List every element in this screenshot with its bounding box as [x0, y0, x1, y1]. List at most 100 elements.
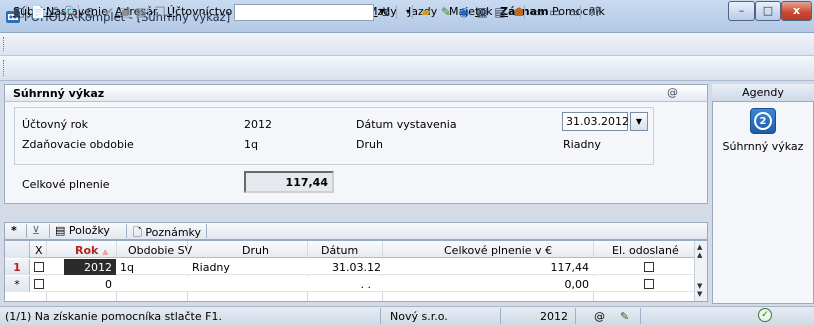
- scroll-bottom-icon[interactable]: ▼ ▼: [697, 282, 702, 298]
- column-header-datum[interactable]: Dátum: [321, 244, 358, 257]
- menu-bar: [0, 33, 814, 56]
- toolbar-separator: [524, 5, 525, 19]
- summary-report-agenda-icon[interactable]: 2: [750, 108, 776, 134]
- accounting-year-value: 2012: [244, 118, 272, 131]
- row-checkbox[interactable]: [34, 262, 44, 272]
- date-dropdown-button[interactable]: ▼: [630, 112, 648, 131]
- pen-icon[interactable]: ✎: [620, 310, 629, 323]
- cell-datum: 31.03.12: [332, 261, 381, 274]
- column-header-el-odoslane[interactable]: El. odoslané: [612, 244, 679, 257]
- status-company: Nový s.r.o.: [390, 310, 448, 323]
- save-all-icon[interactable]: ▩: [133, 4, 149, 20]
- folder-dropdown-icon[interactable]: ▾: [400, 4, 416, 20]
- tab-separator: [26, 224, 27, 238]
- total-label: Celkové plnenie: [22, 178, 110, 191]
- tab-notes-label: Poznámky: [145, 226, 202, 239]
- toolbar-separator: [78, 5, 79, 19]
- scroll-top-icon[interactable]: ▲ ▲: [697, 243, 702, 259]
- cell-rok: 2012: [84, 261, 112, 274]
- cell-plnenie: 117,44: [550, 261, 590, 274]
- tab-separator: [49, 224, 50, 238]
- column-header-plnenie[interactable]: Celkové plnenie v €: [444, 244, 552, 257]
- toolbar-separator: [580, 5, 581, 19]
- grid-corner: [5, 241, 30, 258]
- row-indicator: *: [5, 276, 30, 292]
- filter-icon[interactable]: ⊻: [32, 224, 40, 237]
- issue-date-input[interactable]: 31.03.2012: [562, 112, 629, 131]
- toolbar-grip: [3, 60, 5, 76]
- row-indicator: 1: [5, 259, 30, 275]
- new-record-icon[interactable]: ▯: [82, 4, 98, 20]
- maximize-button[interactable]: □: [755, 1, 781, 21]
- refresh-icon[interactable]: ◉: [456, 4, 472, 20]
- minimize-button[interactable]: –: [728, 1, 755, 21]
- view1-icon[interactable]: ▭: [529, 4, 545, 20]
- agendy-header: Agendy: [712, 84, 814, 102]
- form-fields-box: [14, 107, 654, 165]
- cell-obdobie: 1q: [120, 261, 134, 274]
- status-separator: [380, 308, 381, 324]
- menu-item[interactable]: Účtovníctvo: [167, 5, 232, 18]
- cell-datum: . .: [360, 278, 372, 291]
- combo-dropdown-icon[interactable]: ▼: [374, 4, 390, 20]
- period-label: Zdaňovacie obdobie: [22, 138, 134, 151]
- column-header-obdobie[interactable]: Obdobie SV: [128, 244, 192, 257]
- panel-title: Súhrnný výkaz: [13, 87, 105, 100]
- issue-date-label: Dátum vystavenia: [356, 118, 457, 131]
- status-separator: [500, 308, 501, 324]
- list-icon: ▤: [55, 224, 66, 237]
- toolbar-separator: [148, 5, 149, 19]
- toolbar-separator: [396, 5, 397, 19]
- status-separator: [640, 308, 641, 324]
- accounting-year-label: Účtovný rok: [22, 118, 89, 131]
- chevron-down-icon: ▼: [635, 117, 643, 126]
- agenda-item-label[interactable]: Súhrnný výkaz: [712, 140, 814, 153]
- toolbar-separator: [26, 5, 27, 19]
- properties-icon[interactable]: ◧: [11, 4, 27, 20]
- panel-at-symbol: @: [667, 86, 678, 99]
- el-sent-checkbox[interactable]: [644, 279, 654, 289]
- el-sent-checkbox[interactable]: [644, 262, 654, 272]
- status-at-symbol: @: [594, 310, 605, 323]
- status-separator: [575, 308, 576, 324]
- cell-rok: 0: [105, 278, 112, 291]
- sort-arrow-icon: ▲: [102, 247, 109, 256]
- row-checkbox[interactable]: [34, 279, 44, 289]
- calculator-icon[interactable]: ▦: [474, 4, 490, 20]
- tab-items[interactable]: ▤ Položky: [55, 224, 110, 237]
- ok-status-icon[interactable]: ✓: [758, 308, 772, 322]
- new-record-tab[interactable]: *: [11, 224, 17, 237]
- calendar-icon[interactable]: ▤: [492, 4, 508, 20]
- total-value: 117,44: [244, 171, 334, 193]
- folder-icon[interactable]: ▰: [418, 4, 434, 20]
- print-preview-icon[interactable]: 🔍: [63, 4, 79, 20]
- view2-icon[interactable]: ▭: [547, 4, 563, 20]
- tab-separator: [126, 224, 127, 238]
- menu-grip: [3, 37, 5, 51]
- save-icon[interactable]: ▣: [117, 4, 133, 20]
- cell-druh: Riadny: [192, 261, 230, 274]
- type-value: Riadny: [563, 138, 601, 151]
- edit-icon[interactable]: ✎: [438, 4, 454, 20]
- cell-plnenie: 0,00: [564, 278, 590, 291]
- print-icon[interactable]: ⎙: [47, 4, 63, 20]
- close-button[interactable]: x: [781, 1, 812, 21]
- status-help-text: (1/1) Na získanie pomocníka stlačte F1.: [5, 310, 222, 323]
- tab-items-label: Položky: [68, 224, 110, 237]
- new-document-icon[interactable]: 📄: [30, 4, 46, 20]
- column-header-druh[interactable]: Druh: [242, 244, 269, 257]
- toolbar-separator: [172, 5, 173, 19]
- status-year: 2012: [540, 310, 568, 323]
- note-icon: 🗋: [133, 226, 142, 239]
- tab-separator: [206, 224, 207, 238]
- copy-icon[interactable]: ❐: [152, 4, 168, 20]
- type-label: Druh: [356, 138, 383, 151]
- panel-header: [4, 84, 708, 102]
- period-value: 1q: [244, 138, 258, 151]
- check-icon[interactable]: ✔: [101, 4, 117, 20]
- toolbar-combo[interactable]: [234, 4, 374, 21]
- toolbar: [0, 56, 814, 81]
- column-header-rok[interactable]: Rok ▲: [75, 244, 108, 257]
- column-header-x[interactable]: X: [35, 244, 43, 257]
- help-cursor-icon[interactable]: ⁇: [587, 4, 603, 20]
